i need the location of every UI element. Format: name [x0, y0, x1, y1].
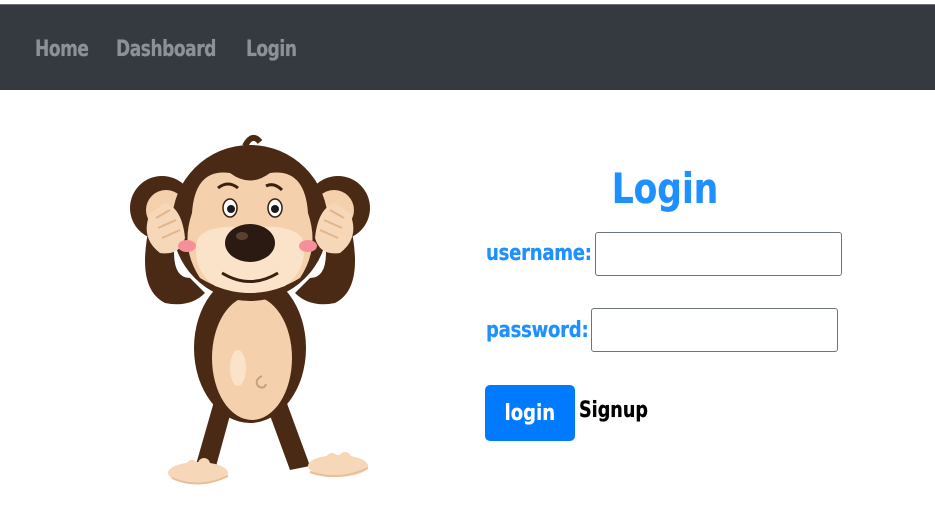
- top-navbar: Home Dashboard Login: [0, 5, 935, 90]
- nav-link-home[interactable]: Home: [35, 37, 89, 62]
- login-button-label: login: [504, 400, 556, 426]
- nav-link-login[interactable]: Login: [246, 37, 297, 62]
- monkey-illustration: [120, 128, 380, 493]
- monkey-icon: [130, 134, 370, 485]
- password-label: password:: [486, 318, 589, 343]
- login-title: Login: [611, 164, 719, 213]
- nav-link-dashboard[interactable]: Dashboard: [116, 37, 216, 62]
- username-label: username:: [486, 241, 592, 266]
- username-input[interactable]: [595, 232, 842, 276]
- login-button[interactable]: login: [485, 385, 575, 441]
- password-input[interactable]: [591, 308, 838, 352]
- signup-link[interactable]: Signup: [579, 398, 648, 424]
